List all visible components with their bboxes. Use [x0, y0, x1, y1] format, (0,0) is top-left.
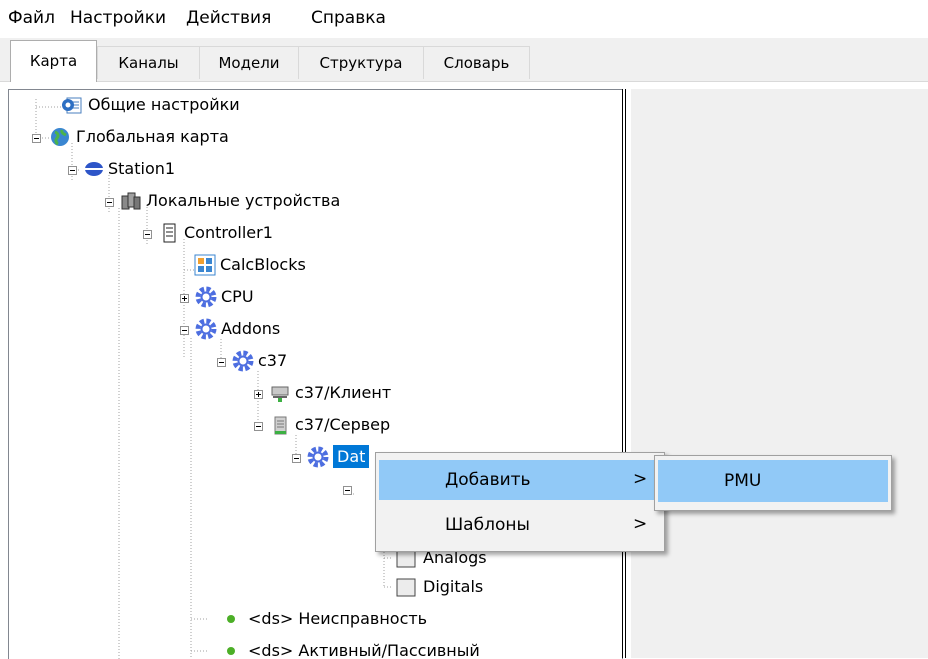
collapse-toggle[interactable]: [343, 486, 352, 495]
tree-node-label: Addons: [221, 319, 281, 338]
details-pane: [631, 89, 928, 658]
tree-node-label: c37/Клиент: [295, 383, 392, 402]
context-menu-templates[interactable]: Шаблоны >: [379, 505, 661, 545]
folder-box-icon: [395, 576, 417, 598]
tab-models[interactable]: Модели: [199, 46, 299, 79]
tree-node-digitals[interactable]: Digitals: [395, 573, 515, 601]
tree-node-general-settings[interactable]: Общие настройки: [61, 91, 291, 119]
menu-help[interactable]: Справка: [311, 8, 386, 28]
menu-item-label: PMU: [724, 471, 762, 491]
gear-icon: [195, 318, 217, 340]
tab-channels[interactable]: Каналы: [97, 46, 200, 79]
collapse-toggle[interactable]: [254, 422, 263, 431]
gear-icon: [307, 446, 329, 468]
menu-actions[interactable]: Действия: [186, 8, 271, 28]
client-icon: [269, 382, 291, 404]
collapse-toggle[interactable]: [68, 166, 77, 175]
menu-item-label: Шаблоны: [445, 515, 530, 535]
collapse-toggle[interactable]: [105, 198, 114, 207]
chevron-right-icon: >: [633, 514, 648, 534]
tree-node-label: Глобальная карта: [76, 127, 229, 146]
station-disc-icon: [83, 158, 105, 180]
collapse-toggle[interactable]: [143, 230, 152, 239]
menu-file[interactable]: Файл: [8, 8, 55, 28]
tree-node-controller[interactable]: Controller1: [158, 219, 328, 247]
menu-bar: Файл Настройки Действия Справка: [0, 0, 928, 38]
tree-node-label: Station1: [108, 159, 176, 178]
settings-doc-icon: [61, 94, 83, 116]
tree-node-label: Локальные устройства: [146, 191, 341, 210]
collapse-toggle[interactable]: [217, 358, 226, 367]
context-menu-add[interactable]: Добавить >: [379, 460, 661, 500]
tree-node-c37-server[interactable]: c37/Сервер: [269, 411, 419, 439]
tree-node-label: Controller1: [184, 223, 273, 242]
tree-node-label: CPU: [221, 287, 254, 306]
tree-node-label: <ds> Неисправность: [248, 609, 428, 628]
tree-node-c37[interactable]: c37: [232, 347, 312, 375]
chevron-right-icon: >: [633, 469, 648, 489]
tree-node-local-devices[interactable]: Локальные устройства: [120, 187, 420, 215]
gear-icon: [232, 350, 254, 372]
context-submenu: PMU: [654, 455, 892, 511]
globe-icon: [49, 126, 71, 148]
tree-view[interactable]: Общие настройки Глобальная карта Station…: [8, 89, 623, 659]
tree-node-label: <ds> Активный/Пассивный: [248, 641, 480, 659]
tree-node-label: Общие настройки: [88, 95, 240, 114]
tree-node-label: Digitals: [423, 577, 484, 596]
collapse-toggle[interactable]: [32, 134, 41, 143]
expand-toggle[interactable]: [180, 294, 189, 303]
tree-node-label: Dat: [333, 445, 370, 468]
menu-settings[interactable]: Настройки: [70, 8, 166, 28]
tab-dictionary[interactable]: Словарь: [423, 46, 530, 79]
tree-node-calcblocks[interactable]: CalcBlocks: [194, 251, 354, 279]
tab-map[interactable]: Карта: [10, 40, 97, 82]
tree-node-ds-active[interactable]: <ds> Активный/Пассивный: [220, 637, 520, 659]
blocks-icon: [194, 254, 216, 276]
tab-structure[interactable]: Структура: [298, 46, 424, 79]
pane-splitter[interactable]: [622, 89, 626, 658]
tree-node-station[interactable]: Station1: [83, 155, 223, 183]
submenu-item-pmu[interactable]: PMU: [658, 460, 888, 502]
tree-node-c37-client[interactable]: c37/Клиент: [269, 379, 419, 407]
expand-toggle[interactable]: [254, 390, 263, 399]
server-icon: [158, 222, 180, 244]
green-dot-icon: [220, 608, 242, 630]
tree-node-label: CalcBlocks: [220, 255, 306, 274]
server-icon: [269, 414, 291, 436]
green-dot-icon: [220, 640, 242, 659]
tree-node-label: c37: [258, 351, 288, 370]
tree-node-global-map[interactable]: Глобальная карта: [49, 123, 289, 151]
collapse-toggle[interactable]: [292, 454, 301, 463]
tree-node-cpu[interactable]: CPU: [195, 283, 295, 311]
tree-node-addons[interactable]: Addons: [195, 315, 315, 343]
devices-icon: [120, 190, 142, 212]
collapse-toggle[interactable]: [180, 326, 189, 335]
context-menu: Добавить > Шаблоны >: [375, 452, 665, 552]
menu-item-label: Добавить: [445, 470, 531, 490]
gear-icon: [195, 286, 217, 308]
tree-node-label: c37/Сервер: [295, 415, 391, 434]
tree-node-ds-fault[interactable]: <ds> Неисправность: [220, 605, 480, 633]
